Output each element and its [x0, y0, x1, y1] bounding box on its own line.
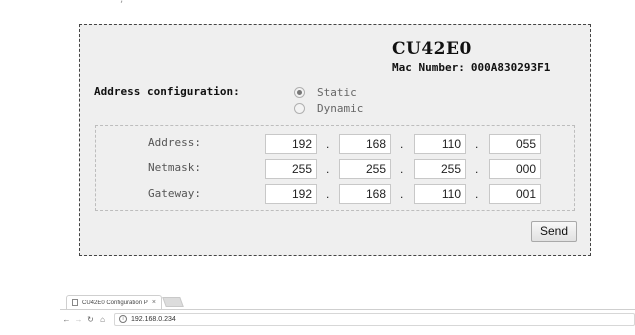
radio-dynamic-label: Dynamic: [317, 102, 364, 115]
gateway-octet-1[interactable]: 192: [265, 184, 317, 204]
radio-dynamic-button[interactable]: [294, 103, 305, 114]
url-text: 192.168.0.234: [131, 315, 176, 323]
browser-toolbar: ← → ↻ ⌂ i 192.168.0.234: [60, 310, 635, 328]
new-tab-button[interactable]: [162, 297, 184, 307]
gateway-dot-2: .: [400, 187, 404, 201]
radio-static[interactable]: Static: [294, 86, 357, 99]
config-panel: CU42E0 Mac Number: 000A830293F1 Address c…: [79, 24, 591, 256]
tab-close-icon[interactable]: ×: [152, 299, 156, 306]
address-octet-1[interactable]: 192: [265, 134, 317, 154]
netmask-octet-1[interactable]: 255: [265, 159, 317, 179]
radio-dynamic[interactable]: Dynamic: [294, 102, 363, 115]
address-dot-1: .: [326, 137, 330, 151]
address-config-label: Address configuration:: [94, 85, 240, 98]
tab-title: CU42E0 Configuration P: [82, 299, 148, 306]
back-icon[interactable]: ←: [61, 315, 72, 324]
browser-tab-strip: CU42E0 Configuration P ×: [60, 293, 635, 310]
netmask-octet-3[interactable]: 255: [414, 159, 466, 179]
gateway-label: Gateway:: [148, 187, 201, 200]
send-button[interactable]: Send: [531, 221, 577, 242]
netmask-dot-2: .: [400, 162, 404, 176]
netmask-dot-3: .: [475, 162, 479, 176]
netmask-octet-4[interactable]: 000: [489, 159, 541, 179]
address-octet-3[interactable]: 110: [414, 134, 466, 154]
info-icon[interactable]: i: [119, 315, 127, 323]
netmask-octet-2[interactable]: 255: [339, 159, 391, 179]
mac-label: Mac Number:: [392, 61, 465, 74]
scroll-remnant: ,: [120, 0, 123, 5]
address-bar[interactable]: i 192.168.0.234: [114, 312, 635, 326]
address-octet-2[interactable]: 168: [339, 134, 391, 154]
gateway-octet-3[interactable]: 110: [414, 184, 466, 204]
forward-icon[interactable]: →: [73, 315, 84, 324]
mac-number: Mac Number: 000A830293F1: [392, 61, 550, 74]
gateway-dot-1: .: [326, 187, 330, 201]
home-icon[interactable]: ⌂: [97, 315, 108, 324]
netmask-label: Netmask:: [148, 161, 201, 174]
gateway-octet-4[interactable]: 001: [489, 184, 541, 204]
mac-value: 000A830293F1: [470, 61, 551, 74]
ip-settings-group: Address: Netmask: Gateway: 192 . 168 . 1…: [95, 125, 575, 211]
gateway-octet-2[interactable]: 168: [339, 184, 391, 204]
netmask-dot-1: .: [326, 162, 330, 176]
device-title: CU42E0: [392, 39, 472, 59]
gateway-dot-3: .: [475, 187, 479, 201]
radio-static-label: Static: [317, 86, 357, 99]
page-icon: [72, 299, 78, 306]
reload-icon[interactable]: ↻: [85, 315, 96, 324]
address-dot-3: .: [475, 137, 479, 151]
browser-tab[interactable]: CU42E0 Configuration P ×: [66, 295, 162, 309]
address-dot-2: .: [400, 137, 404, 151]
address-octet-4[interactable]: 055: [489, 134, 541, 154]
address-label: Address:: [148, 136, 201, 149]
radio-static-button[interactable]: [294, 87, 305, 98]
